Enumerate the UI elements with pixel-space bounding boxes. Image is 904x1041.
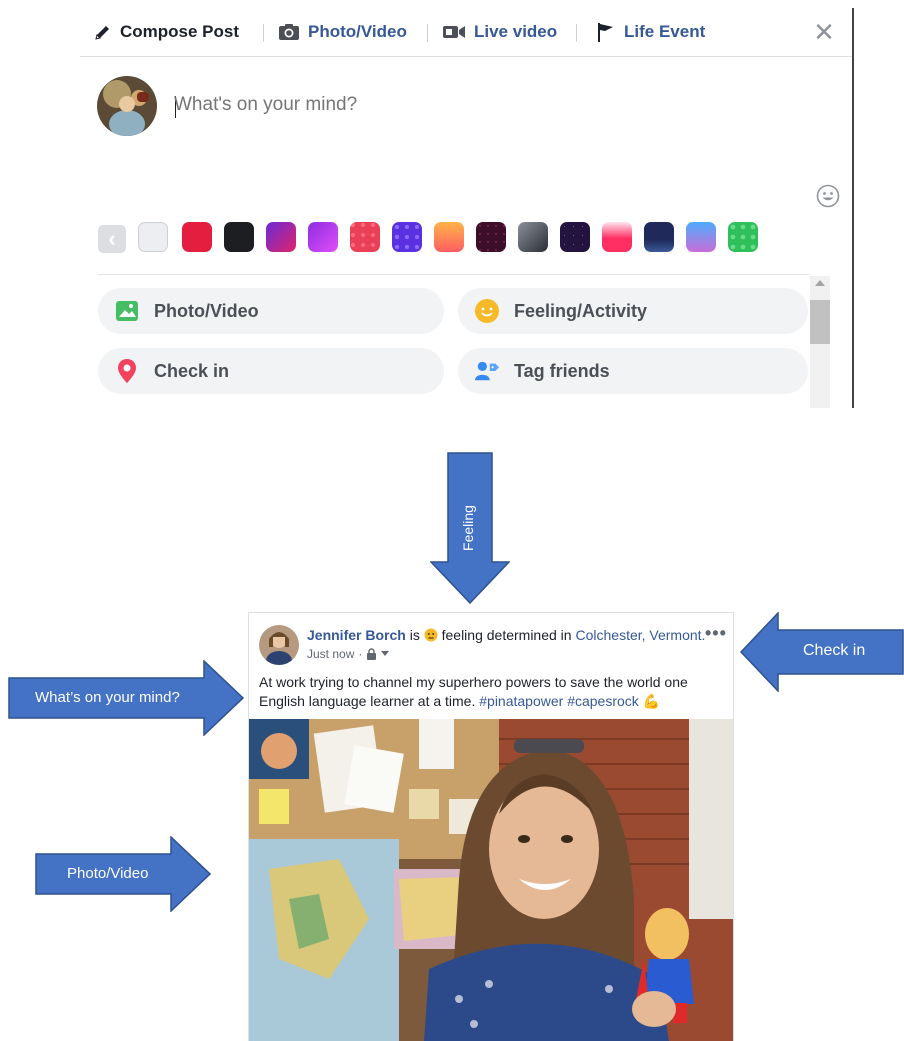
post-location-link[interactable]: Colchester, Vermont. bbox=[575, 627, 705, 643]
tab-live-video[interactable]: Live video bbox=[442, 22, 557, 42]
check-in-arrow-label: Check in bbox=[803, 642, 866, 659]
swatch-blue-gradient[interactable] bbox=[686, 222, 716, 252]
camera-icon bbox=[279, 24, 299, 40]
post-body: At work trying to channel my superhero p… bbox=[259, 673, 719, 711]
photo-video-arrow-label: Photo/Video bbox=[67, 865, 149, 882]
tab-life-event[interactable]: Life Event bbox=[596, 22, 705, 42]
avatar bbox=[97, 76, 157, 136]
tag-friends-option[interactable]: Tag friends bbox=[458, 348, 808, 394]
post-hashtags[interactable]: #pinatapower #capesrock bbox=[479, 693, 639, 709]
close-icon[interactable]: ✕ bbox=[812, 19, 836, 45]
composer-tab-bar: Compose Post Photo/Video Live video Life… bbox=[80, 8, 852, 57]
divider bbox=[98, 274, 810, 275]
determined-emoji-icon bbox=[424, 628, 438, 642]
swatch-plain[interactable] bbox=[138, 222, 168, 252]
video-camera-icon bbox=[443, 26, 465, 38]
swatch-red[interactable] bbox=[182, 222, 212, 252]
tab-separator bbox=[427, 24, 428, 42]
post-timestamp[interactable]: Just now bbox=[307, 647, 354, 661]
check-in-option-label: Check in bbox=[154, 360, 230, 381]
tab-compose-post-label: Compose Post bbox=[120, 22, 240, 41]
swatch-purple-pattern[interactable] bbox=[392, 222, 422, 252]
feeling-activity-option[interactable]: Feeling/Activity bbox=[458, 288, 808, 334]
swatch-black[interactable] bbox=[224, 222, 254, 252]
swatch-green-pattern[interactable] bbox=[728, 222, 758, 252]
whats-on-your-mind-input[interactable] bbox=[174, 94, 574, 116]
check-in-option[interactable]: Check in bbox=[98, 348, 444, 394]
meta-separator: · bbox=[358, 647, 363, 661]
photo-video-option-label: Photo/Video bbox=[154, 300, 259, 321]
tab-compose-post[interactable]: Compose Post bbox=[94, 22, 239, 42]
swatch-purple-pink[interactable] bbox=[266, 222, 296, 252]
swatch-grey[interactable] bbox=[518, 222, 548, 252]
tab-life-event-label: Life Event bbox=[624, 22, 706, 41]
tab-live-video-label: Live video bbox=[474, 22, 558, 41]
tab-separator bbox=[263, 24, 264, 42]
post-author-name[interactable]: Jennifer Borch bbox=[307, 627, 406, 643]
tab-photo-video[interactable]: Photo/Video bbox=[278, 22, 407, 42]
swatch-prev-button[interactable]: ‹ bbox=[98, 225, 126, 253]
lock-icon[interactable] bbox=[366, 648, 377, 660]
post-options-menu[interactable]: ••• bbox=[705, 623, 727, 644]
post-author-avatar[interactable] bbox=[259, 625, 299, 665]
flag-icon bbox=[598, 23, 613, 42]
tag-person-icon bbox=[474, 358, 500, 384]
chevron-down-icon[interactable] bbox=[381, 651, 390, 657]
feeling-activity-option-label: Feeling/Activity bbox=[514, 300, 648, 321]
location-pin-icon bbox=[114, 358, 140, 384]
swatch-orange[interactable] bbox=[434, 222, 464, 252]
photo-video-option[interactable]: Photo/Video bbox=[98, 288, 444, 334]
swatch-city[interactable] bbox=[644, 222, 674, 252]
post-feeling-text: feeling determined in bbox=[441, 627, 572, 643]
feeling-arrow-label: Feeling bbox=[460, 505, 476, 551]
pencil-icon bbox=[95, 26, 109, 40]
swatch-red-pattern[interactable] bbox=[350, 222, 380, 252]
smiley-icon bbox=[474, 298, 500, 324]
swatch-violet[interactable] bbox=[308, 222, 338, 252]
compose-post-dialog: Compose Post Photo/Video Live video Life… bbox=[80, 8, 854, 408]
tab-photo-video-label: Photo/Video bbox=[308, 22, 407, 41]
swatch-night[interactable] bbox=[560, 222, 590, 252]
swatch-pink[interactable] bbox=[602, 222, 632, 252]
tag-friends-option-label: Tag friends bbox=[514, 360, 610, 381]
post-is-text: is bbox=[409, 627, 420, 643]
scrollbar-thumb[interactable] bbox=[810, 300, 830, 344]
scroll-up-arrow[interactable] bbox=[815, 280, 825, 286]
tab-separator bbox=[576, 24, 577, 42]
flexed-biceps-emoji: 💪 bbox=[642, 693, 661, 709]
swatch-dark-maroon[interactable] bbox=[476, 222, 506, 252]
post-header: Jennifer Borch is feeling determined in … bbox=[307, 627, 707, 643]
image-icon bbox=[114, 298, 140, 324]
emoji-icon[interactable] bbox=[816, 184, 840, 208]
published-post: Jennifer Borch is feeling determined in … bbox=[248, 612, 734, 1041]
whats-on-mind-arrow-label: What’s on your mind? bbox=[35, 689, 180, 706]
post-photo[interactable] bbox=[249, 719, 733, 1041]
post-meta: Just now · bbox=[307, 647, 390, 661]
